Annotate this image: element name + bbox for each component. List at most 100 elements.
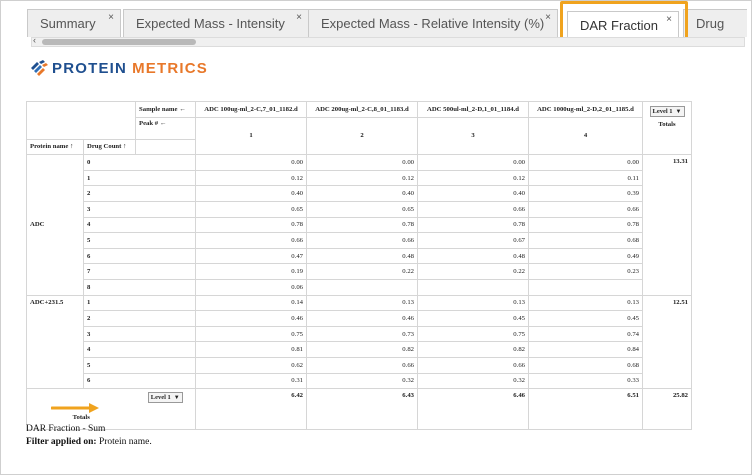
table-row: ADC 0 0.00 0.00 0.00 0.00 13.31: [26, 154, 692, 296]
value-cell: 0.06: [195, 278, 307, 296]
drug-count-cell: 1: [83, 294, 196, 312]
protein-name-header[interactable]: Protein name ↑: [26, 138, 84, 156]
column-total-cell: 6.51: [528, 388, 643, 431]
drug-count-cell: 3: [83, 325, 196, 343]
tab-summary[interactable]: Summary ×: [27, 9, 121, 37]
sample-header[interactable]: ADC 1000ug-ml_2-D,2_01_1185.d: [528, 101, 643, 118]
tab-bar: Summary × Expected Mass - Intensity × Ex…: [27, 9, 747, 39]
value-cell: 0.65: [195, 200, 307, 218]
aggregation-caption: DAR Fraction - Sum: [26, 424, 106, 434]
value-cell: 0.00: [528, 154, 643, 171]
drug-count-header[interactable]: Drug Count ↑: [83, 138, 136, 156]
value-cell: 0.62: [195, 356, 307, 374]
value-cell: 0.13: [528, 294, 643, 312]
peak-header: 2: [306, 116, 418, 156]
chevron-down-icon: ▼: [675, 109, 682, 115]
tab-label: Expected Mass - Intensity: [136, 16, 285, 31]
drug-count-cell: 5: [83, 232, 196, 249]
table-row: 2 0.46 0.46 0.45 0.45: [27, 310, 692, 327]
value-cell: 0.39: [528, 185, 643, 202]
table-row: 4 0.81 0.82 0.82 0.84: [27, 341, 692, 358]
value-cell: 0.12: [417, 169, 529, 187]
totals-header-label: Totals: [658, 121, 676, 128]
drug-count-cell: 4: [83, 341, 196, 358]
value-cell: 0.13: [306, 294, 418, 312]
value-cell: 0.81: [195, 341, 307, 358]
filter-caption: Filter applied on: Protein name.: [26, 437, 152, 447]
value-cell: 0.40: [306, 185, 418, 202]
tab-label: Expected Mass - Relative Intensity (%): [321, 16, 545, 31]
scroll-left-icon[interactable]: ‹: [33, 35, 36, 45]
drug-count-cell: 6: [83, 372, 196, 390]
value-cell: 0.66: [306, 356, 418, 374]
peak-header: 1: [195, 116, 307, 156]
level-dropdown[interactable]: Level 1 ▼: [649, 106, 685, 117]
table-row: 7 0.19 0.22 0.22 0.23: [27, 263, 692, 280]
peak-label[interactable]: Peak # ←: [135, 116, 196, 140]
drug-count-cell: 7: [83, 263, 196, 280]
value-cell: 0.68: [528, 356, 643, 374]
close-icon[interactable]: ×: [296, 12, 302, 23]
column-total-cell: 6.42: [195, 388, 307, 431]
level-dropdown[interactable]: Level 1 ▼: [147, 392, 183, 404]
drug-count-cell: 8: [83, 278, 196, 296]
sample-header[interactable]: ADC 500ul-ml_2-D,1_01_1184.d: [417, 101, 529, 118]
value-cell: 0.82: [306, 341, 418, 358]
value-cell: 0.23: [528, 263, 643, 280]
tab-label: Drug: [696, 16, 725, 31]
value-cell: 0.68: [528, 232, 643, 249]
table-row: 3 0.65 0.65 0.66 0.66: [27, 200, 692, 218]
table-row: 6 0.31 0.32 0.32 0.33: [27, 372, 692, 390]
value-cell: 0.78: [417, 216, 529, 234]
sample-name-label[interactable]: Sample name ←: [135, 101, 196, 118]
value-cell: 0.45: [528, 310, 643, 327]
column-total-cell: 6.43: [306, 388, 418, 431]
dar-fraction-pivot-table: Sample name ← ADC 100ug-ml_2-C,7_01_1182…: [26, 100, 692, 431]
tab-expected-mass-intensity[interactable]: Expected Mass - Intensity ×: [123, 9, 309, 37]
value-cell: 0.48: [417, 247, 529, 265]
value-cell: 0.78: [528, 216, 643, 234]
close-icon[interactable]: ×: [666, 14, 672, 25]
table-row: ADC+231.5 1 0.14 0.13 0.13 0.13 12.51: [26, 294, 692, 390]
value-cell: [417, 278, 529, 296]
value-cell: 0.12: [195, 169, 307, 187]
tab-drug[interactable]: Drug: [683, 9, 747, 37]
value-cell: 0.00: [195, 154, 307, 171]
value-cell: 0.11: [528, 169, 643, 187]
tab-scrollbar[interactable]: ‹: [31, 35, 745, 47]
tab-label: Summary: [40, 16, 96, 31]
protein-name-cell: ADC: [26, 154, 84, 296]
totals-row: Totals Level 1 ▼ 6.42 6.43 6.46 6.51 25.8…: [26, 388, 692, 431]
table-row: 1 0.12 0.12 0.12 0.11: [27, 169, 692, 187]
sample-header[interactable]: ADC 200ug-ml_2-C,8_01_1183.d: [306, 101, 418, 118]
value-cell: 0.32: [306, 372, 418, 390]
table-row: 4 0.78 0.78 0.78 0.78: [27, 216, 692, 234]
logo-icon: [31, 60, 48, 76]
value-cell: 0.74: [528, 325, 643, 343]
sample-header[interactable]: ADC 100ug-ml_2-C,7_01_1182.d: [195, 101, 307, 118]
value-cell: 0.66: [306, 232, 418, 249]
totals-column-header: Level 1 ▼ Totals: [642, 100, 692, 156]
value-cell: 0.22: [306, 263, 418, 280]
table-row: 2 0.40 0.40 0.40 0.39: [27, 185, 692, 202]
value-cell: 0.49: [528, 247, 643, 265]
value-cell: 0.00: [417, 154, 529, 171]
value-cell: 0.13: [417, 294, 529, 312]
value-cell: 0.65: [306, 200, 418, 218]
value-cell: 0.66: [195, 232, 307, 249]
protein-name-cell: ADC+231.5: [26, 294, 84, 390]
peak-header: 4: [528, 116, 643, 156]
scrollbar-thumb[interactable]: [42, 39, 196, 45]
peak-header: 3: [417, 116, 529, 156]
tab-dar-fraction[interactable]: DAR Fraction ×: [567, 11, 679, 39]
value-cell: 0.66: [528, 200, 643, 218]
value-cell: 0.19: [195, 263, 307, 280]
value-cell: 0.12: [306, 169, 418, 187]
close-icon[interactable]: ×: [545, 12, 551, 23]
value-cell: 0.78: [306, 216, 418, 234]
close-icon[interactable]: ×: [108, 12, 114, 23]
tab-expected-mass-relative-intensity[interactable]: Expected Mass - Relative Intensity (%) ×: [308, 9, 558, 37]
value-cell: 0.84: [528, 341, 643, 358]
annotation-arrow-icon: [51, 403, 99, 413]
drug-count-cell: 6: [83, 247, 196, 265]
